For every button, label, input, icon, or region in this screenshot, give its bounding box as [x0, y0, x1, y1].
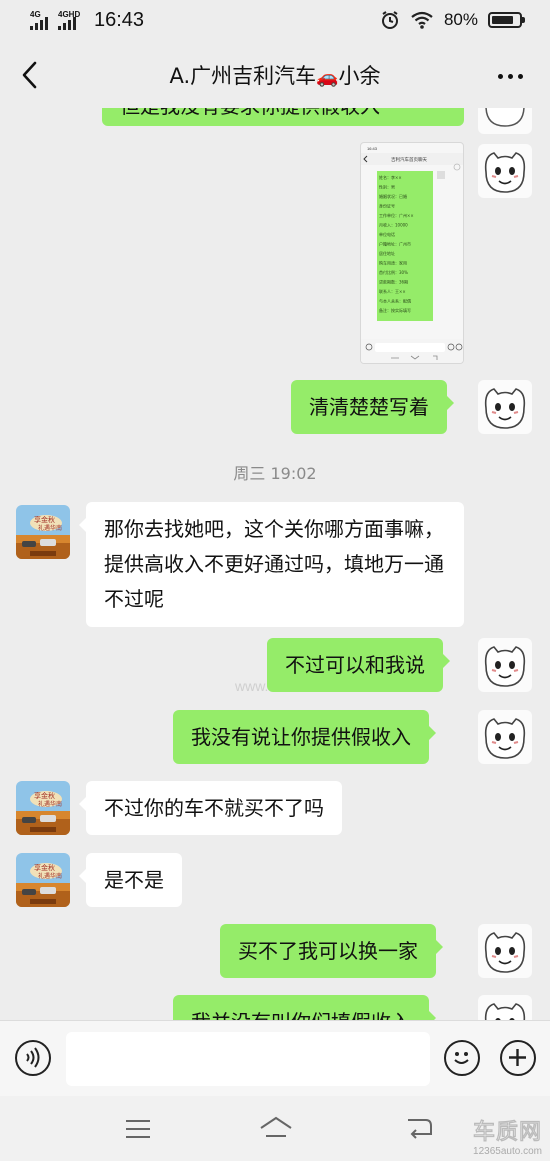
- svg-text:礼遇华南: 礼遇华南: [38, 872, 62, 880]
- system-navigation-bar: 车质网 12365auto.com: [0, 1096, 550, 1161]
- thumb-line: 与本人关系：配偶: [379, 298, 411, 304]
- thumb-line: 工作单位：广州××: [379, 212, 414, 218]
- menu-icon[interactable]: [125, 1118, 151, 1140]
- alarm-icon: [381, 11, 398, 29]
- message-text: 不过可以和我说: [285, 653, 425, 677]
- chat-header: A.广州吉利汽车🚗小余: [0, 42, 550, 108]
- battery-icon: [488, 12, 525, 28]
- wifi-icon: [411, 11, 433, 29]
- thumb-line: 购车用途：家用: [379, 260, 407, 266]
- battery-percent: 80%: [443, 10, 478, 29]
- svg-text:享金秋: 享金秋: [34, 515, 55, 524]
- message-text: 是不是: [104, 868, 164, 892]
- message-text: 但是我没有要求你提供假收入: [120, 108, 380, 118]
- signal-icon-2: 4GHD: [58, 10, 84, 32]
- chat-title-prefix: A.广州吉利汽车: [169, 64, 317, 88]
- brand-name: 车质网: [472, 1120, 542, 1146]
- message-text: 那你去找她吧，这个关你哪方面事嘛，提供高收入不更好通过吗，填地万一通不过呢: [104, 517, 444, 611]
- message-text: 我没有说让你提供假收入: [191, 725, 411, 749]
- thumb-line: 性别：男: [379, 184, 395, 190]
- more-options-icon[interactable]: [498, 64, 528, 88]
- thumb-line: 户籍地址：广州市: [379, 241, 411, 247]
- thumb-line: 联系人：王××: [379, 288, 406, 294]
- contact-avatar[interactable]: 享金秋 礼遇华南: [16, 853, 70, 907]
- message-bubble-partial-top[interactable]: 但是我没有要求你提供假收入: [102, 108, 464, 126]
- message-text: 清清楚楚写着: [309, 395, 429, 419]
- message-bubble-sent[interactable]: 买不了我可以换一家: [220, 924, 443, 978]
- message-bubble-sent[interactable]: 不过可以和我说: [267, 638, 450, 692]
- message-text: 买不了我可以换一家: [238, 939, 418, 963]
- message-timestamp: 周三 19:02: [233, 464, 317, 483]
- thumb-line: 婚姻状况：已婚: [379, 193, 407, 199]
- my-avatar[interactable]: [478, 995, 532, 1020]
- my-avatar[interactable]: [478, 108, 532, 134]
- my-avatar[interactable]: [478, 924, 532, 978]
- message-bubble-received[interactable]: 不过你的车不就买不了吗: [79, 781, 342, 835]
- contact-avatar[interactable]: 享金秋 礼遇华南: [16, 505, 70, 559]
- add-attachment-icon[interactable]: [500, 1040, 536, 1076]
- thumb-line: 备注：按实际填写: [379, 307, 411, 313]
- thumb-line: 单位电话: [379, 231, 395, 237]
- brand-url: 12365auto.com: [473, 1146, 542, 1157]
- battery-fill: [492, 16, 513, 24]
- message-bubble-sent[interactable]: 我没有说让你提供假收入: [173, 710, 436, 764]
- clock: 16:43: [94, 9, 145, 31]
- my-avatar[interactable]: [478, 380, 532, 434]
- car-emoji-icon: 🚗: [316, 67, 339, 88]
- message-list[interactable]: 但是我没有要求你提供假收入 16:43 吉利汽车首页聊天 姓名：李×× 性别：男婚…: [0, 108, 550, 1020]
- thumb-line: 月收入：10000: [379, 222, 408, 228]
- emoji-icon[interactable]: [444, 1040, 480, 1076]
- svg-text:礼遇华南: 礼遇华南: [38, 524, 62, 532]
- thumb-line: 居住地址: [379, 250, 395, 256]
- chat-title-suffix: 小余: [338, 64, 381, 88]
- message-input[interactable]: [66, 1032, 430, 1086]
- my-avatar[interactable]: [478, 144, 532, 198]
- svg-text:16:43: 16:43: [367, 146, 378, 151]
- back-nav-icon[interactable]: [404, 1114, 434, 1142]
- input-bar: [0, 1020, 550, 1096]
- thumb-line: 身份证号: [379, 203, 395, 209]
- message-text: 不过你的车不就买不了吗: [104, 796, 324, 820]
- message-bubble-received[interactable]: 是不是: [79, 853, 182, 907]
- svg-text:礼遇华南: 礼遇华南: [38, 800, 62, 808]
- svg-text:享金秋: 享金秋: [34, 863, 55, 872]
- message-bubble-received[interactable]: 那你去找她吧，这个关你哪方面事嘛，提供高收入不更好通过吗，填地万一通不过呢: [79, 502, 464, 627]
- screenshot-image-message[interactable]: 16:43 吉利汽车首页聊天 姓名：李×× 性别：男婚姻状况：已婚 身份证号工作单位…: [360, 142, 464, 364]
- status-bar: 4G 4GHD 16:43 80%: [0, 0, 550, 42]
- brand-watermark-logo: 车质网 12365auto.com: [473, 1114, 542, 1157]
- svg-text:享金秋: 享金秋: [34, 791, 55, 800]
- thumb-line: 贷款期数：36期: [379, 279, 408, 285]
- home-icon[interactable]: [258, 1114, 294, 1142]
- my-avatar[interactable]: [478, 638, 532, 692]
- message-bubble-partial-bottom[interactable]: 我并没有叫你们填假收入: [173, 995, 436, 1020]
- voice-input-icon[interactable]: [15, 1040, 51, 1076]
- signal-icon: 4G: [30, 10, 52, 32]
- message-text: 我并没有叫你们填假收入: [191, 1010, 411, 1020]
- thumb-line: 姓名：李××: [379, 174, 402, 180]
- thumb-line: 首付比例：30%: [379, 269, 408, 275]
- message-bubble-sent[interactable]: 清清楚楚写着: [291, 380, 454, 434]
- chat-title: A.广州吉利汽车🚗小余: [0, 60, 550, 90]
- my-avatar[interactable]: [478, 710, 532, 764]
- contact-avatar[interactable]: 享金秋 礼遇华南: [16, 781, 70, 835]
- thumb-header-text: 吉利汽车首页聊天: [391, 156, 427, 163]
